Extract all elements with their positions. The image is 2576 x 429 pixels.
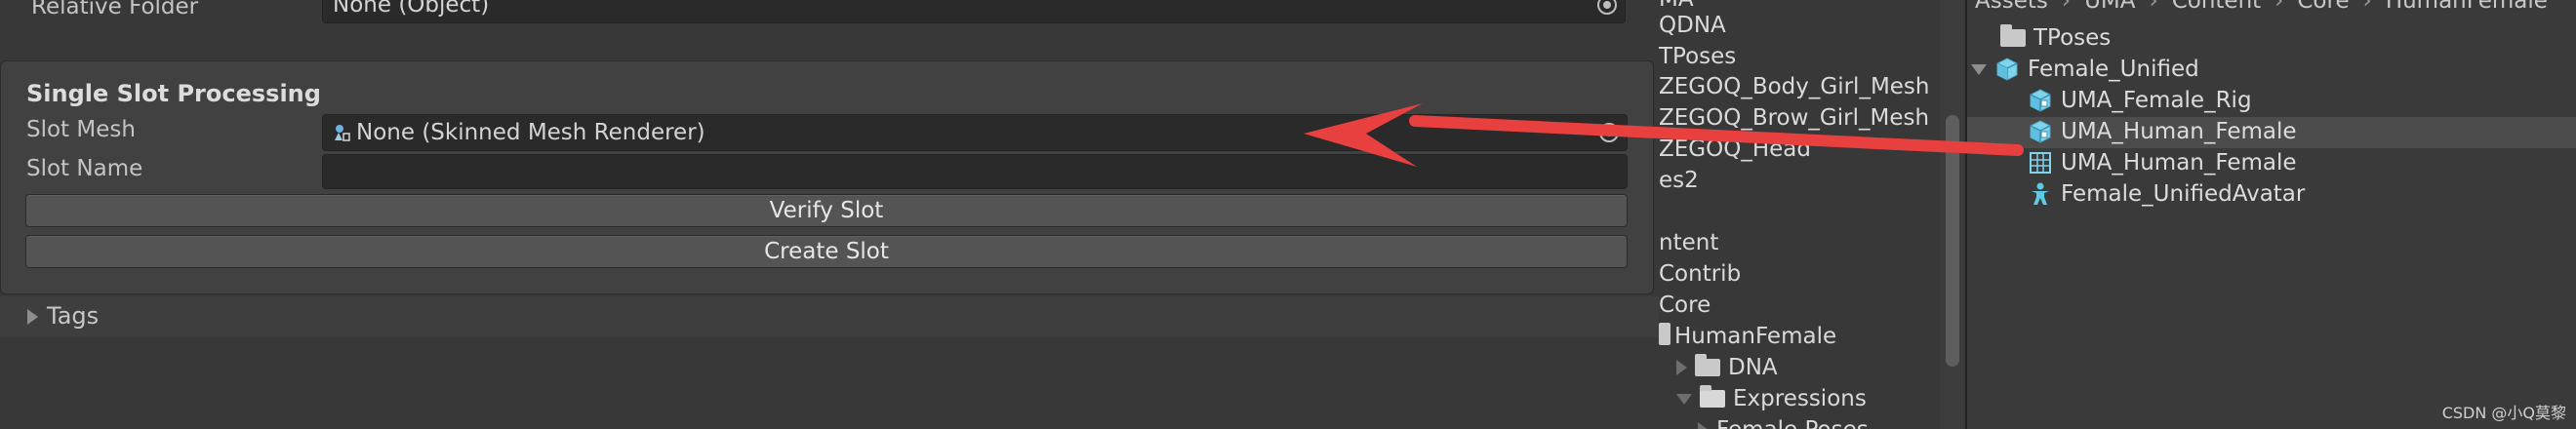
red-annotation-arrow (1304, 103, 2024, 167)
